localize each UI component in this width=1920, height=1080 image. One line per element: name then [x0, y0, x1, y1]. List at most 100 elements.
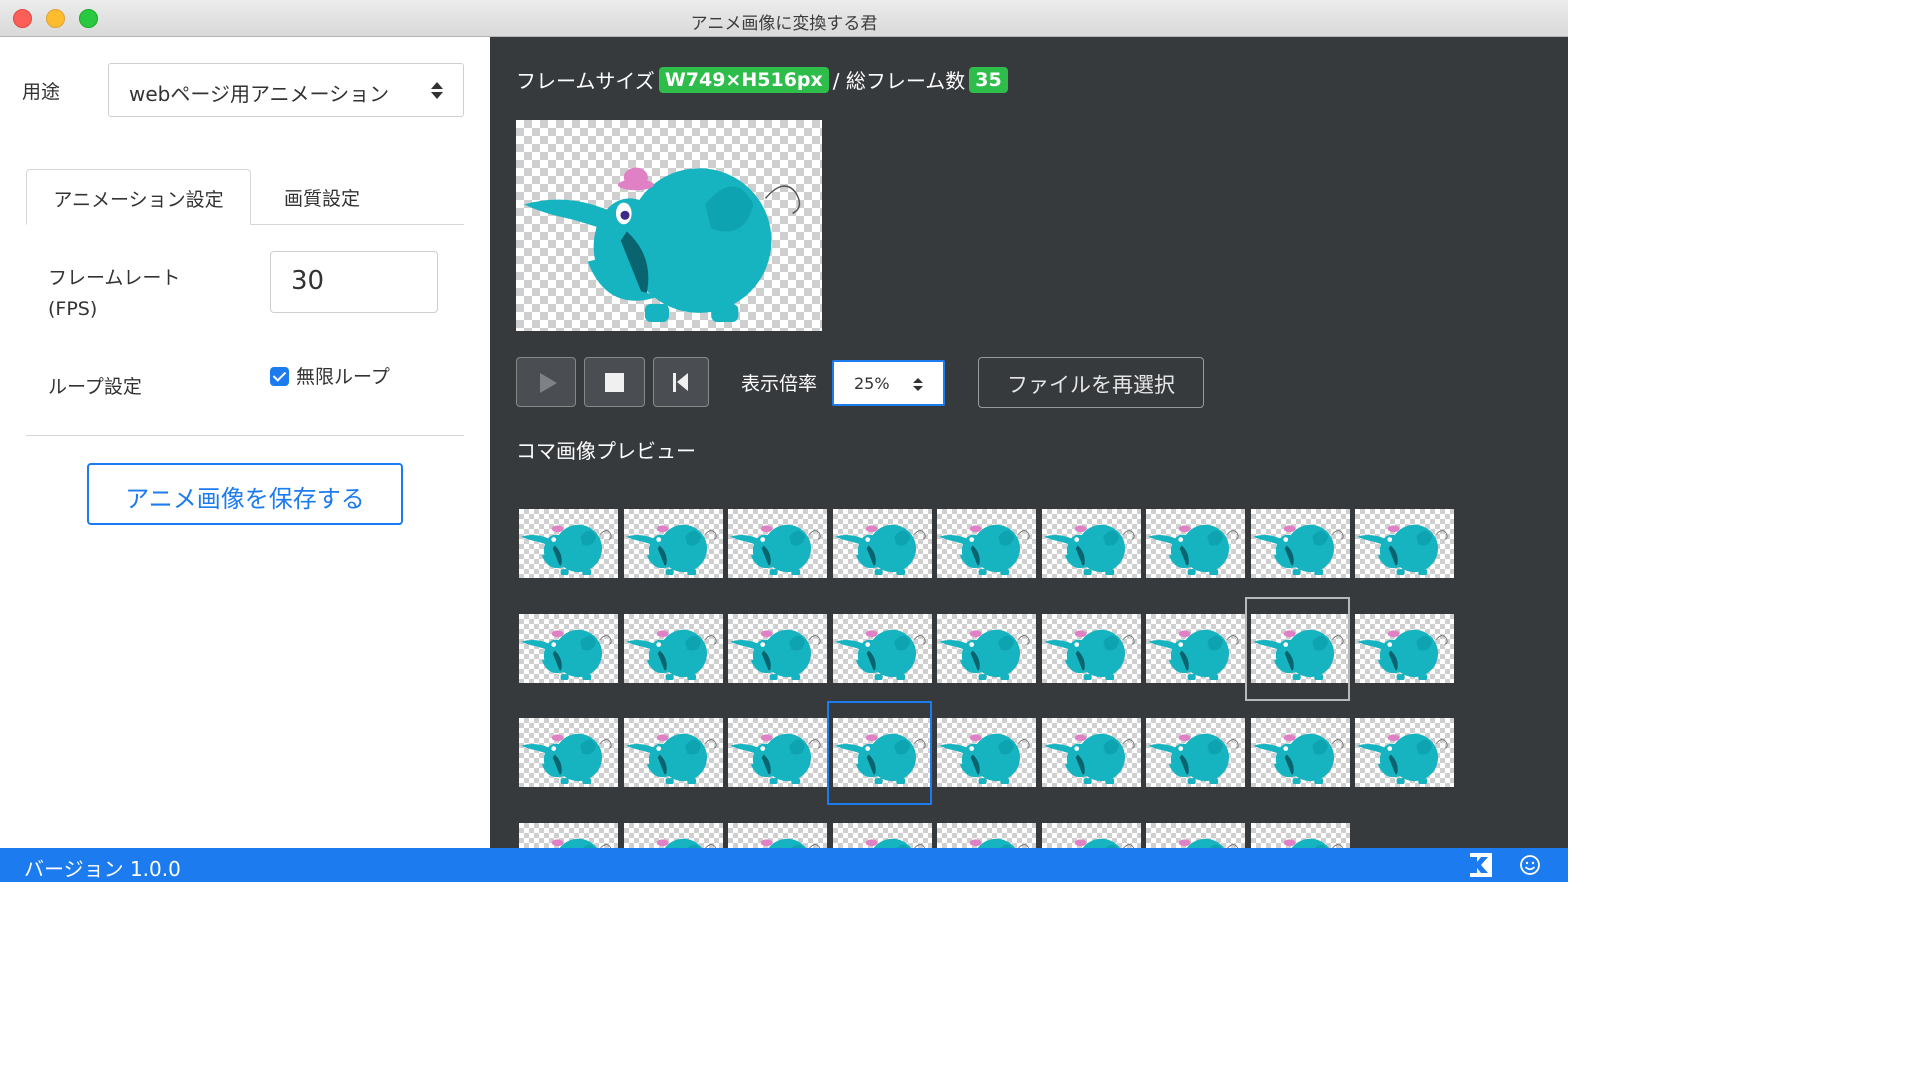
elephant-image — [625, 629, 717, 680]
zoom-value: 25% — [854, 374, 890, 393]
frame-thumbnail[interactable] — [1250, 822, 1350, 848]
elephant-image — [1043, 629, 1135, 680]
reselect-file-button[interactable]: ファイルを再選択 — [978, 357, 1204, 408]
elephant-image — [939, 733, 1030, 785]
frame-thumbnail[interactable] — [832, 509, 932, 578]
frame-thumbnail[interactable] — [519, 822, 618, 848]
frame-thumbnail[interactable] — [1146, 718, 1245, 787]
settings-tabs: アニメーション設定 画質設定 — [26, 169, 464, 225]
window-title: アニメ画像に変換する君 — [690, 14, 878, 34]
frame-thumbnail[interactable] — [937, 613, 1036, 683]
frame-thumbnail[interactable] — [1041, 509, 1141, 578]
zoom-select[interactable]: 25% — [832, 360, 945, 406]
elephant-image — [1252, 524, 1344, 576]
save-animation-button[interactable]: アニメ画像を保存する — [87, 463, 403, 525]
elephant-image — [969, 838, 1030, 848]
elephant-image — [551, 838, 612, 848]
frame-preview-title: コマ画像プレビュー — [516, 439, 696, 463]
elephant-image — [1043, 733, 1135, 785]
frame-thumbnail[interactable] — [1355, 718, 1454, 787]
frame-rate-label-line1: フレームレート — [48, 267, 181, 289]
stop-icon — [605, 373, 624, 392]
frame-thumbnail[interactable] — [728, 509, 827, 578]
elephant-image — [834, 524, 926, 576]
elephant-image — [730, 524, 821, 576]
frame-thumbnail[interactable] — [519, 613, 618, 683]
frame-thumbnail[interactable] — [728, 718, 827, 787]
selected-frame-highlight — [826, 701, 932, 805]
elephant-image — [625, 733, 717, 785]
animation-preview — [516, 120, 822, 331]
frame-thumbnail[interactable] — [937, 509, 1036, 578]
frame-thumbnail[interactable] — [1250, 718, 1350, 787]
elephant-image — [939, 629, 1030, 680]
frame-thumbnail[interactable] — [832, 613, 932, 683]
frame-thumbnail[interactable] — [1041, 718, 1141, 787]
frame-thumbnail[interactable] — [832, 822, 932, 848]
elephant-image — [1283, 838, 1343, 848]
elephant-image — [730, 629, 821, 680]
play-button[interactable] — [516, 357, 576, 407]
frame-size-label: フレームサイズ — [516, 69, 655, 93]
settings-panel: 用途 webページ用アニメーション アニメーション設定 画質設定 フレームレート… — [0, 37, 490, 848]
frame-thumbnail[interactable] — [937, 718, 1036, 787]
divider — [26, 435, 464, 436]
elephant-image — [834, 629, 926, 680]
frame-thumbnail[interactable] — [519, 718, 618, 787]
infinite-loop-checkbox[interactable] — [270, 367, 289, 386]
frame-thumbnail[interactable] — [623, 822, 723, 848]
frame-thumbnail[interactable] — [1041, 822, 1141, 848]
purpose-value: webページ用アニメーション — [129, 82, 390, 106]
tab-animation-settings[interactable]: アニメーション設定 — [26, 169, 251, 225]
frame-thumbnail[interactable] — [623, 509, 723, 578]
elephant-image — [939, 524, 1030, 576]
frame-thumbnail[interactable] — [1146, 822, 1245, 848]
loop-label: ループ設定 — [48, 376, 142, 398]
total-frames-badge: 35 — [969, 66, 1008, 93]
select-arrows-icon — [913, 378, 923, 396]
skip-back-icon — [673, 373, 676, 392]
elephant-image — [625, 524, 717, 576]
rewind-button[interactable] — [653, 357, 709, 407]
frame-thumbnail[interactable] — [1146, 509, 1245, 578]
frame-thumbnail[interactable] — [1355, 509, 1454, 578]
frame-thumbnail[interactable] — [623, 718, 723, 787]
select-arrows-icon — [431, 82, 443, 100]
version-text: バージョン 1.0.0 — [24, 857, 181, 881]
elephant-image — [524, 167, 801, 322]
frame-thumbnail[interactable] — [1250, 509, 1350, 578]
elephant-image — [521, 524, 612, 576]
frame-thumbnail[interactable] — [728, 613, 827, 683]
elephant-image — [656, 838, 716, 848]
frame-thumbnail[interactable] — [1355, 613, 1454, 683]
elephant-image — [730, 733, 821, 785]
tab-quality-settings[interactable]: 画質設定 — [252, 169, 392, 225]
stop-button[interactable] — [584, 357, 645, 407]
zoom-label: 表示倍率 — [741, 373, 818, 395]
frame-thumbnail[interactable] — [1041, 613, 1141, 683]
smile-icon[interactable] — [1519, 854, 1541, 876]
elephant-image — [865, 838, 925, 848]
frame-thumbnail[interactable] — [1146, 613, 1245, 683]
elephant-image — [1043, 524, 1135, 576]
infinite-loop-label[interactable]: 無限ループ — [296, 362, 390, 389]
elephant-image — [1357, 629, 1448, 680]
elephant-image — [1148, 524, 1239, 576]
logo-icon[interactable] — [1466, 853, 1492, 877]
elephant-image — [760, 838, 821, 848]
skip-back-arrow — [677, 373, 688, 391]
frame-thumbnail[interactable] — [728, 822, 827, 848]
purpose-select[interactable]: webページ用アニメーション — [108, 63, 464, 117]
frame-thumbnail[interactable] — [519, 509, 618, 578]
status-bar: バージョン 1.0.0 — [0, 848, 1568, 882]
elephant-image — [1357, 733, 1448, 785]
elephant-image — [1148, 629, 1239, 680]
purpose-label: 用途 — [22, 81, 61, 103]
elephant-image — [1178, 838, 1239, 848]
frame-thumbnail[interactable] — [937, 822, 1036, 848]
preview-panel: フレームサイズ W749×H516px / 総フレーム数 35 表示倍率 25% ファ… — [490, 37, 1568, 848]
hovered-frame-highlight — [1244, 596, 1350, 701]
elephant-image — [521, 733, 612, 785]
frame-rate-input[interactable]: 30 — [270, 251, 438, 313]
frame-thumbnail[interactable] — [623, 613, 723, 683]
